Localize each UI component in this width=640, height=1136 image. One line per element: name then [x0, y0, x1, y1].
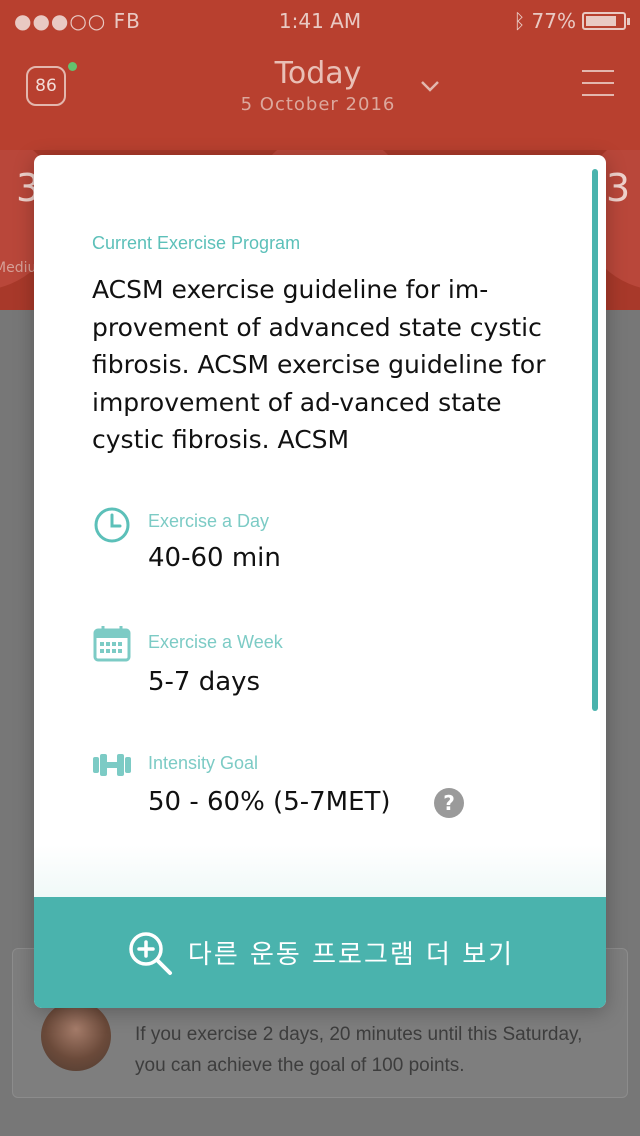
status-right: ᛒ 77%: [513, 9, 630, 33]
fade-overlay: [34, 845, 606, 897]
page-title: Today: [274, 56, 362, 91]
battery-icon: [582, 12, 630, 30]
zoom-in-icon: [129, 931, 172, 975]
page-date: 5 October 2016: [240, 94, 396, 115]
chevron-down-icon[interactable]: [420, 76, 440, 96]
metric-label-left: Mediu: [0, 260, 37, 276]
status-bar: ●●●○○ FB 1:41 AM ᛒ 77%: [0, 0, 640, 40]
menu-icon[interactable]: [582, 70, 614, 98]
calendar-icon: [93, 626, 131, 662]
more-programs-button[interactable]: 다른 운동 프로그램 더 보기: [34, 897, 606, 1008]
dumbbell-icon: [93, 754, 131, 776]
bluetooth-icon: ᛒ: [513, 9, 526, 33]
scrollbar[interactable]: [592, 169, 598, 711]
stat-value-intensity: 50 - 60% (5-7MET): [148, 787, 391, 817]
metric-value-right: 3: [606, 166, 631, 210]
section-label: Current Exercise Program: [92, 233, 301, 253]
app-header: 86 Today 5 October 2016: [0, 40, 640, 150]
battery-percent: 77%: [531, 9, 576, 33]
exercise-program-modal: Current Exercise Program ACSM exercise g…: [34, 155, 606, 1008]
more-programs-label: 다른 운동 프로그램 더 보기: [187, 940, 515, 970]
program-description: ACSM exercise guideline for im-provement…: [92, 275, 546, 454]
stat-value-day: 40-60 min: [148, 543, 281, 573]
stat-label-week: Exercise a Week: [148, 632, 283, 652]
stat-label-day: Exercise a Day: [148, 511, 270, 531]
avatar: [41, 1001, 111, 1071]
clock-icon: [94, 507, 130, 543]
stat-label-intensity: Intensity Goal: [148, 753, 259, 773]
stat-value-week: 5-7 days: [148, 667, 261, 697]
notice-text: If you exercise 2 days, 20 minutes until…: [135, 1024, 583, 1076]
help-icon[interactable]: ?: [434, 788, 464, 818]
